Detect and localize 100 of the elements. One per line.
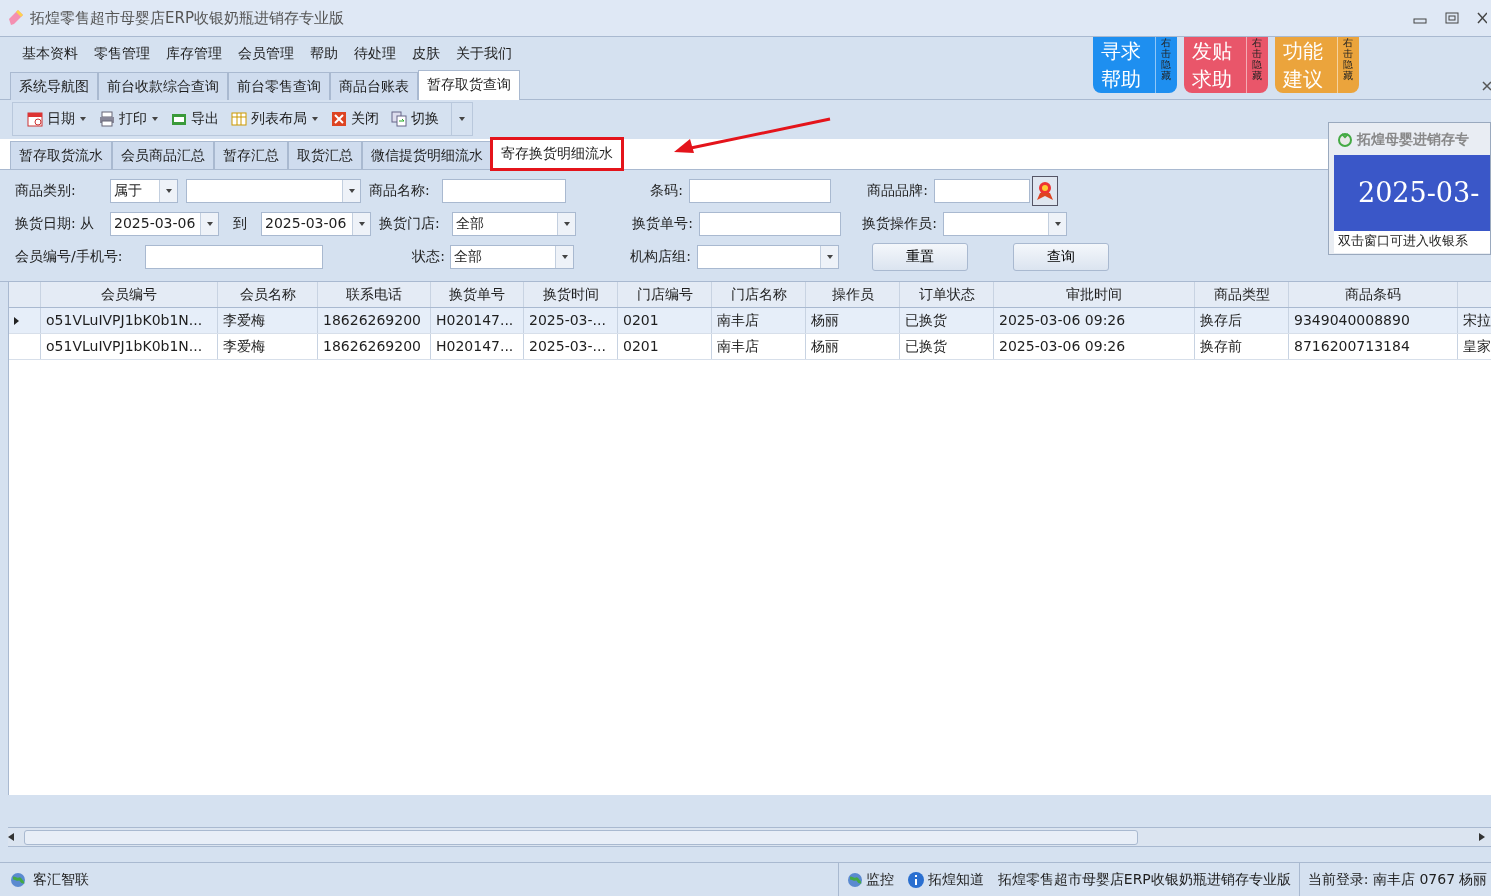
tab[interactable]: 取货汇总: [288, 141, 362, 169]
toolbar-button[interactable]: 关闭: [331, 108, 379, 129]
input-field[interactable]: [689, 178, 831, 203]
column-header[interactable]: 商品条码: [1289, 282, 1458, 307]
caret-icon: [311, 115, 319, 122]
dropdown-field[interactable]: 全部: [450, 244, 574, 269]
table-cell: 换存后: [1195, 308, 1289, 333]
field-label: 换货操作员:: [861, 214, 937, 233]
table-cell: 2025-03-06 09:26: [994, 308, 1195, 333]
help-button-label: 发贴求助: [1191, 38, 1233, 93]
column-header[interactable]: 会员编号: [41, 282, 218, 307]
table-row[interactable]: o51VLuIVPJ1bK0b1N... 李爱梅 18626269200 H020147... 2025-03-... 0201 南丰店 杨丽 已换货 2025-03-06 09:26 换存前 8716200713184 皇家: [9, 334, 1491, 360]
tab[interactable]: 系统导航图: [10, 72, 98, 100]
tab[interactable]: 会员商品汇总: [112, 141, 214, 169]
menu-item[interactable]: 帮助: [310, 43, 338, 64]
field-label: 换货日期: 从: [15, 214, 96, 233]
product-name: 拓煌零售超市母婴店ERP收银奶瓶进销存专业版: [997, 870, 1291, 889]
floating-window[interactable]: 拓煌母婴进销存专 2025-03- 双击窗口可进入收银系: [1328, 122, 1491, 255]
dropdown-field[interactable]: [186, 178, 361, 203]
dropdown-field[interactable]: 全部: [452, 211, 576, 236]
column-header[interactable]: 联系电话: [318, 282, 431, 307]
table-cell: 18626269200: [318, 308, 431, 333]
globe-icon: [846, 871, 863, 888]
hide-hint: 右击隐藏: [1246, 37, 1268, 93]
tab[interactable]: 寄存换货明细流水: [492, 139, 622, 169]
table-icon: [231, 110, 247, 127]
menu-item[interactable]: 库存管理: [166, 43, 222, 64]
tab[interactable]: 微信提货明细流水: [362, 141, 492, 169]
dropdown-field[interactable]: 属于: [110, 178, 178, 203]
table-cell: 0201: [618, 334, 712, 359]
menu-item[interactable]: 零售管理: [94, 43, 150, 64]
column-header[interactable]: 换货单号: [431, 282, 524, 307]
menu-item[interactable]: 待处理: [354, 43, 396, 64]
table-cell: 9349040008890: [1289, 308, 1458, 333]
input-field[interactable]: [699, 211, 841, 236]
filter-button[interactable]: 查询: [1013, 242, 1109, 271]
close-icon[interactable]: [1482, 81, 1491, 91]
help-button[interactable]: 发贴求助 右击隐藏: [1184, 37, 1268, 93]
column-header[interactable]: 订单状态: [900, 282, 994, 307]
info-icon: [908, 871, 925, 888]
restore-icon[interactable]: [1445, 11, 1459, 25]
dropdown-field[interactable]: [697, 244, 839, 269]
calendar-icon: [27, 110, 43, 127]
input-field[interactable]: [145, 244, 323, 269]
tab[interactable]: 前台零售查询: [228, 72, 330, 100]
menu-item[interactable]: 关于我们: [456, 43, 512, 64]
close-icon[interactable]: [1477, 11, 1487, 25]
dropdown-field[interactable]: 2025-03-06: [110, 211, 219, 236]
table-cell: 2025-03-...: [524, 334, 618, 359]
toolbar-button[interactable]: 打印: [99, 108, 159, 129]
overflow-button[interactable]: [451, 102, 466, 135]
dropdown-field[interactable]: 2025-03-06: [261, 211, 371, 236]
column-header[interactable]: 会员名称: [218, 282, 318, 307]
monitor-link[interactable]: 监控: [866, 869, 895, 890]
scroll-right-icon: [1479, 833, 1485, 841]
caret-icon: [151, 115, 159, 122]
login-info: 当前登录: 南丰店 0767 杨丽: [1307, 870, 1488, 889]
table-cell: 李爱梅: [218, 308, 318, 333]
toolbar-button[interactable]: 切换: [391, 108, 439, 129]
help-button-label: 寻求帮助: [1100, 38, 1142, 93]
column-header[interactable]: 换货时间: [524, 282, 618, 307]
column-header[interactable]: 门店编号: [618, 282, 712, 307]
tab[interactable]: 暂存取货查询: [418, 70, 520, 100]
filter-button[interactable]: 重置: [872, 242, 968, 271]
tab[interactable]: 前台收款综合查询: [98, 72, 228, 100]
help-button[interactable]: 功能建议 右击隐藏: [1275, 37, 1359, 93]
award-icon[interactable]: [1032, 175, 1061, 206]
input-field[interactable]: [442, 178, 566, 203]
dropdown-field[interactable]: [943, 211, 1067, 236]
menu-item[interactable]: 皮肤: [412, 43, 440, 64]
table-cell: 李爱梅: [218, 334, 318, 359]
tab[interactable]: 商品台账表: [330, 72, 418, 100]
toolbar-button[interactable]: 列表布局: [231, 108, 319, 129]
popup-title: 拓煌母婴进销存专: [1357, 129, 1469, 149]
help-button[interactable]: 寻求帮助 右击隐藏: [1093, 37, 1177, 93]
column-header[interactable]: 审批时间: [994, 282, 1195, 307]
caret-icon: [458, 115, 466, 122]
field-label: 条码:: [649, 181, 683, 200]
row-pointer-icon: [14, 316, 19, 325]
table-cell: 18626269200: [318, 334, 431, 359]
column-header[interactable]: 操作员: [806, 282, 900, 307]
toolbar-button[interactable]: 日期: [27, 108, 87, 129]
table-row[interactable]: o51VLuIVPJ1bK0b1N... 李爱梅 18626269200 H020147... 2025-03-... 0201 南丰店 杨丽 已换货 2025-03-06 09:26 换存后 9349040008890 宋拉: [9, 308, 1491, 334]
tab[interactable]: 暂存取货流水: [10, 141, 112, 169]
menu-item[interactable]: 基本资料: [22, 43, 78, 64]
column-header[interactable]: 门店名称: [712, 282, 806, 307]
tab[interactable]: 暂存汇总: [214, 141, 288, 169]
status-text: 客汇智联: [33, 870, 89, 889]
column-header[interactable]: 商品类型: [1195, 282, 1289, 307]
table-cell: 南丰店: [712, 308, 806, 333]
table-cell: 宋拉: [1458, 308, 1491, 333]
menu-item[interactable]: 会员管理: [238, 43, 294, 64]
toolbar-button[interactable]: 导出: [171, 108, 219, 129]
input-field[interactable]: [934, 178, 1030, 203]
horizontal-scrollbar[interactable]: [8, 827, 1491, 847]
help-link[interactable]: 拓煌知道: [927, 869, 984, 890]
field-label: 机构店组:: [629, 247, 691, 266]
field-label: 商品名称:: [369, 181, 431, 200]
table-cell: o51VLuIVPJ1bK0b1N...: [41, 308, 218, 333]
hide-hint: 右击隐藏: [1155, 37, 1177, 93]
